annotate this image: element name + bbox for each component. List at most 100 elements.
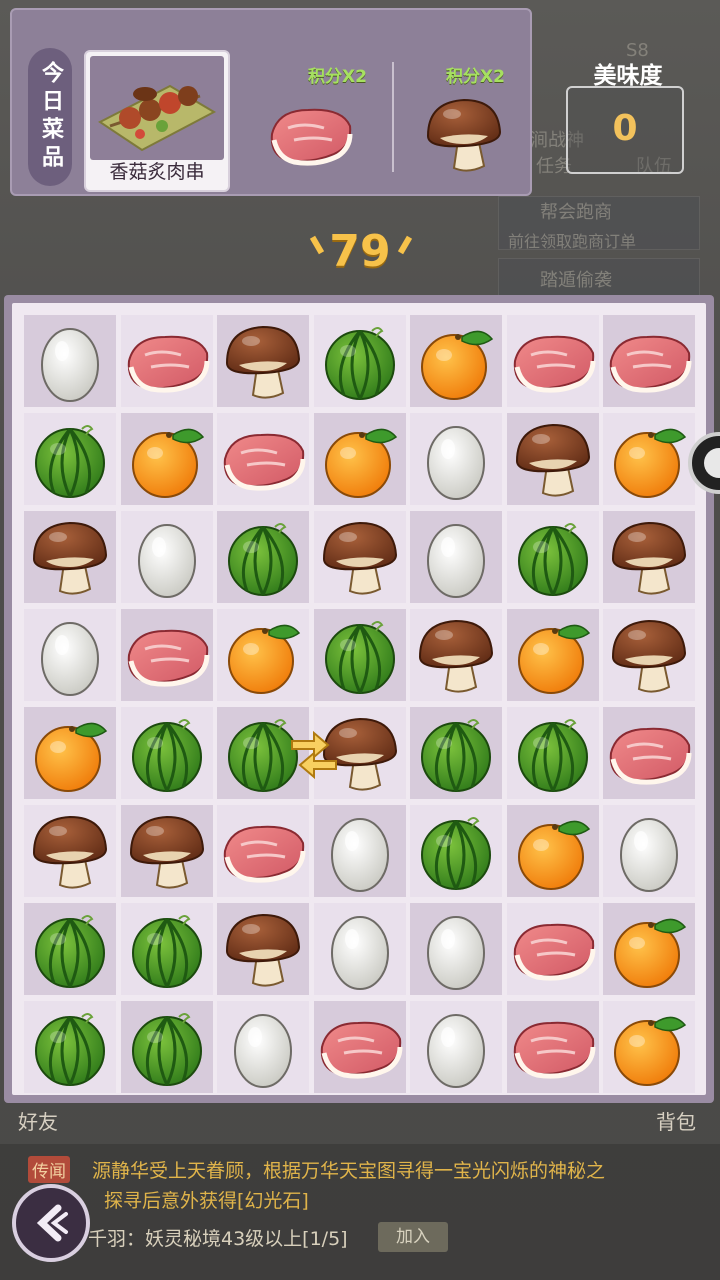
mushroom-icon — [217, 903, 309, 995]
egg-icon — [24, 315, 116, 407]
join-button[interactable]: 加入 — [378, 1222, 448, 1252]
melon-icon — [121, 903, 213, 995]
tile-melon[interactable] — [313, 609, 406, 701]
taste-score-value: 0 — [612, 108, 638, 149]
bonus-label-mushroom: 积分X2 — [446, 67, 505, 87]
tile-meat[interactable] — [217, 413, 309, 505]
tile-orange[interactable] — [506, 805, 599, 897]
tile-melon[interactable] — [120, 707, 213, 799]
tile-meat[interactable] — [603, 707, 695, 799]
bonus-divider — [392, 62, 394, 172]
chat-line-3: 千羽：妖灵秘境43级以上[1/5] — [88, 1228, 348, 1250]
meat-icon — [507, 1001, 599, 1093]
tile-meat[interactable] — [506, 903, 599, 995]
orange-icon — [410, 315, 502, 407]
tile-orange[interactable] — [24, 707, 116, 799]
mushroom-icon — [603, 511, 695, 603]
melon-icon — [507, 511, 599, 603]
meat-icon — [121, 315, 213, 407]
tile-mushroom[interactable] — [313, 511, 406, 603]
tile-egg[interactable] — [24, 315, 116, 407]
orange-icon — [603, 1001, 695, 1093]
tile-melon[interactable] — [410, 707, 502, 799]
tile-melon[interactable] — [120, 903, 213, 995]
tile-mushroom[interactable] — [24, 805, 116, 897]
tile-meat[interactable] — [217, 805, 309, 897]
melon-icon — [217, 511, 309, 603]
tile-egg[interactable] — [120, 511, 213, 603]
tile-melon[interactable] — [24, 413, 116, 505]
game-board — [4, 295, 714, 1103]
tile-meat[interactable] — [506, 315, 599, 407]
tile-orange[interactable] — [603, 903, 695, 995]
meat-icon — [507, 903, 599, 995]
tile-mushroom[interactable] — [217, 315, 309, 407]
tile-melon[interactable] — [24, 903, 116, 995]
chat-line-2: 探寻后意外获得[幻光石] — [104, 1190, 309, 1212]
egg-icon — [217, 1001, 309, 1093]
tile-egg[interactable] — [410, 903, 502, 995]
skewer-icon — [90, 56, 224, 160]
tile-meat[interactable] — [120, 315, 213, 407]
tile-orange[interactable] — [603, 413, 695, 505]
tile-egg[interactable] — [217, 1001, 309, 1093]
task-2-title: 踏遁偷袭 — [540, 270, 612, 291]
tile-egg[interactable] — [313, 903, 406, 995]
bag-tab[interactable]: 背包 — [656, 1106, 696, 1135]
tile-orange[interactable] — [506, 609, 599, 701]
tile-melon[interactable] — [506, 707, 599, 799]
mushroom-icon — [24, 511, 116, 603]
tile-orange[interactable] — [313, 413, 406, 505]
tile-mushroom[interactable] — [603, 511, 695, 603]
tile-mushroom[interactable] — [120, 805, 213, 897]
tile-mushroom[interactable] — [217, 903, 309, 995]
tile-egg[interactable] — [410, 1001, 502, 1093]
tile-meat[interactable] — [506, 1001, 599, 1093]
egg-icon — [24, 609, 116, 701]
tile-meat[interactable] — [120, 609, 213, 701]
back-arrow-icon — [36, 1204, 68, 1242]
mushroom-icon — [410, 609, 502, 701]
tile-egg[interactable] — [410, 413, 502, 505]
tile-orange[interactable] — [120, 413, 213, 505]
orange-icon — [603, 903, 695, 995]
melon-icon — [24, 1001, 116, 1093]
tile-egg[interactable] — [313, 805, 406, 897]
orange-icon — [121, 413, 213, 505]
taste-title: 美味度 — [593, 63, 663, 89]
meat-icon — [217, 413, 309, 505]
meat-icon — [314, 1001, 406, 1093]
tile-melon[interactable] — [217, 511, 309, 603]
melon-icon — [121, 1001, 213, 1093]
orange-icon — [507, 805, 599, 897]
orange-icon — [314, 413, 406, 505]
tile-orange[interactable] — [410, 315, 502, 407]
tile-mushroom[interactable] — [410, 609, 502, 701]
tile-meat[interactable] — [603, 315, 695, 407]
tile-orange[interactable] — [603, 1001, 695, 1093]
melon-icon — [24, 903, 116, 995]
tile-mushroom[interactable] — [603, 609, 695, 701]
tile-melon[interactable] — [120, 1001, 213, 1093]
tile-melon[interactable] — [506, 511, 599, 603]
mushroom-bonus-icon — [418, 88, 510, 184]
friends-tab[interactable]: 好友 — [18, 1106, 58, 1135]
tile-mushroom[interactable] — [24, 511, 116, 603]
tile-mushroom[interactable] — [506, 413, 599, 505]
tile-egg[interactable] — [410, 511, 502, 603]
egg-icon — [603, 805, 695, 897]
tile-egg[interactable] — [603, 805, 695, 897]
tile-melon[interactable] — [313, 315, 406, 407]
melon-icon — [314, 609, 406, 701]
tile-melon[interactable] — [410, 805, 502, 897]
tile-melon[interactable] — [24, 1001, 116, 1093]
mushroom-icon — [314, 511, 406, 603]
tile-egg[interactable] — [24, 609, 116, 701]
chat-tag: 传闻 — [28, 1156, 70, 1183]
tile-meat[interactable] — [313, 1001, 406, 1093]
tile-orange[interactable] — [217, 609, 309, 701]
melon-icon — [507, 707, 599, 799]
melon-icon — [121, 707, 213, 799]
chat-line-1: 源静华受上天眷顾，根据万华天宝图寻得一宝光闪烁的神秘之 — [92, 1160, 606, 1182]
back-button[interactable] — [12, 1184, 90, 1262]
